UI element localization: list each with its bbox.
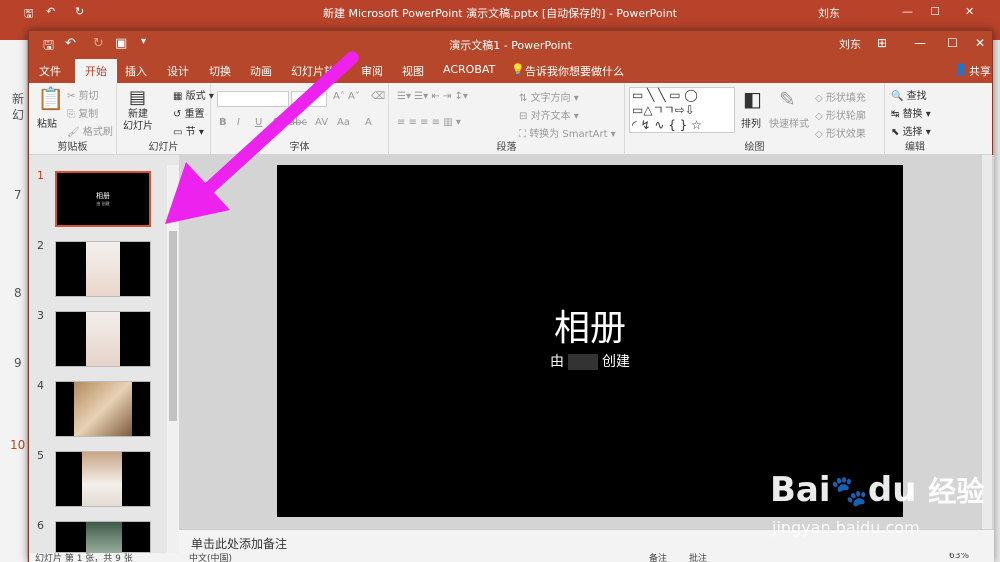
watermark-brand: Bai bbox=[770, 470, 831, 510]
watermark-url: jingyan.baidu.com bbox=[772, 518, 920, 537]
watermark-brand2: du bbox=[867, 470, 917, 510]
paw-icon: 🐾 bbox=[830, 474, 868, 509]
baidu-watermark: Bai🐾du 经验 bbox=[770, 470, 984, 510]
watermark-cn: 经验 bbox=[928, 475, 985, 508]
